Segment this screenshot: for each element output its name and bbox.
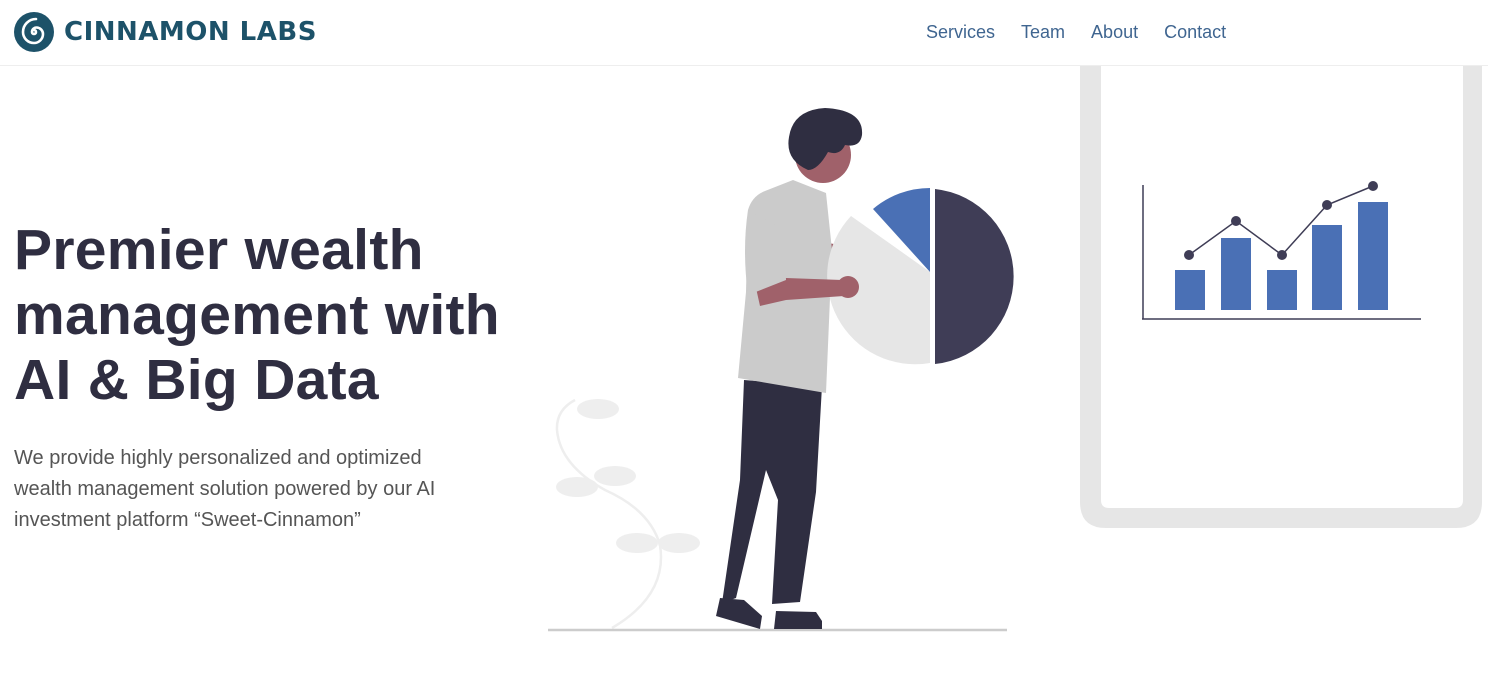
pie-illustration — [827, 188, 1014, 365]
nav-link-contact[interactable]: Contact — [1164, 20, 1226, 44]
brand-name: CINNAMON LABS — [64, 17, 317, 47]
brand-link[interactable]: CINNAMON LABS — [13, 11, 317, 53]
nav-link-services[interactable]: Services — [926, 20, 995, 44]
nav-link-about[interactable]: About — [1091, 20, 1138, 44]
spiral-icon — [14, 12, 54, 52]
navbar: CINNAMON LABS Services Team About Contac… — [0, 0, 1488, 66]
page: CINNAMON LABS Services Team About Contac… — [0, 0, 1488, 675]
main-nav: Services Team About Contact — [926, 20, 1226, 44]
person-figure — [716, 108, 863, 629]
plant-decoration — [555, 398, 700, 630]
hero-illustration — [548, 60, 1482, 632]
nav-link-team[interactable]: Team — [1021, 20, 1065, 44]
